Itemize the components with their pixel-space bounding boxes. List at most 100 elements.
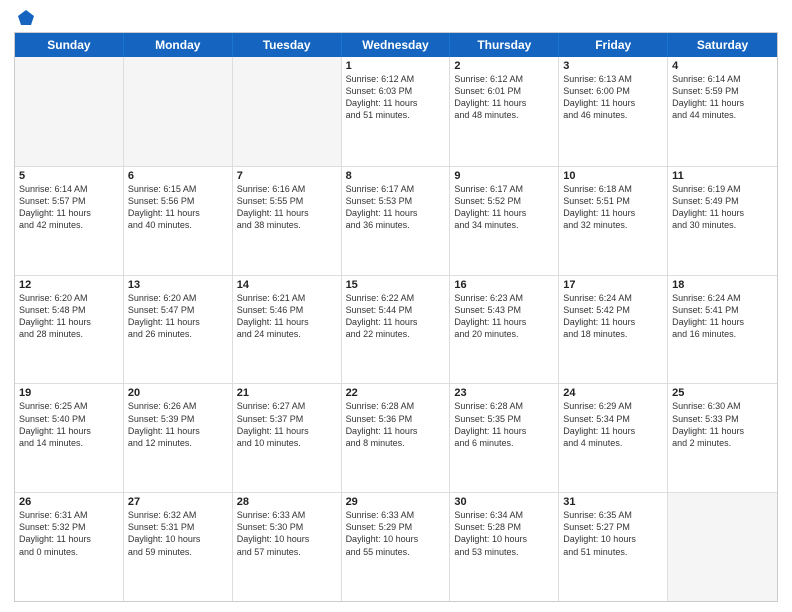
calendar-cell: 27Sunrise: 6:32 AM Sunset: 5:31 PM Dayli… (124, 493, 233, 601)
cell-info: Sunrise: 6:19 AM Sunset: 5:49 PM Dayligh… (672, 183, 773, 232)
day-number: 5 (19, 170, 119, 182)
day-number: 19 (19, 387, 119, 399)
cell-info: Sunrise: 6:14 AM Sunset: 5:59 PM Dayligh… (672, 73, 773, 122)
calendar-row: 12Sunrise: 6:20 AM Sunset: 5:48 PM Dayli… (15, 275, 777, 384)
calendar-cell (124, 57, 233, 166)
day-number: 11 (672, 170, 773, 182)
calendar-cell: 14Sunrise: 6:21 AM Sunset: 5:46 PM Dayli… (233, 276, 342, 384)
calendar-cell: 4Sunrise: 6:14 AM Sunset: 5:59 PM Daylig… (668, 57, 777, 166)
day-number: 13 (128, 279, 228, 291)
cell-info: Sunrise: 6:20 AM Sunset: 5:47 PM Dayligh… (128, 292, 228, 341)
cell-info: Sunrise: 6:16 AM Sunset: 5:55 PM Dayligh… (237, 183, 337, 232)
calendar-cell: 12Sunrise: 6:20 AM Sunset: 5:48 PM Dayli… (15, 276, 124, 384)
cell-info: Sunrise: 6:13 AM Sunset: 6:00 PM Dayligh… (563, 73, 663, 122)
cell-info: Sunrise: 6:17 AM Sunset: 5:52 PM Dayligh… (454, 183, 554, 232)
cell-info: Sunrise: 6:25 AM Sunset: 5:40 PM Dayligh… (19, 400, 119, 449)
calendar-row: 19Sunrise: 6:25 AM Sunset: 5:40 PM Dayli… (15, 383, 777, 492)
cell-info: Sunrise: 6:23 AM Sunset: 5:43 PM Dayligh… (454, 292, 554, 341)
day-number: 16 (454, 279, 554, 291)
logo (14, 10, 36, 24)
calendar-header: SundayMondayTuesdayWednesdayThursdayFrid… (15, 33, 777, 57)
cell-info: Sunrise: 6:17 AM Sunset: 5:53 PM Dayligh… (346, 183, 446, 232)
cell-info: Sunrise: 6:15 AM Sunset: 5:56 PM Dayligh… (128, 183, 228, 232)
cell-info: Sunrise: 6:20 AM Sunset: 5:48 PM Dayligh… (19, 292, 119, 341)
calendar-cell: 16Sunrise: 6:23 AM Sunset: 5:43 PM Dayli… (450, 276, 559, 384)
cell-info: Sunrise: 6:14 AM Sunset: 5:57 PM Dayligh… (19, 183, 119, 232)
weekday-header: Thursday (450, 33, 559, 57)
header (14, 10, 778, 24)
calendar-cell (668, 493, 777, 601)
weekday-header: Wednesday (342, 33, 451, 57)
day-number: 27 (128, 496, 228, 508)
cell-info: Sunrise: 6:24 AM Sunset: 5:41 PM Dayligh… (672, 292, 773, 341)
weekday-header: Tuesday (233, 33, 342, 57)
cell-info: Sunrise: 6:33 AM Sunset: 5:30 PM Dayligh… (237, 509, 337, 558)
calendar-cell: 15Sunrise: 6:22 AM Sunset: 5:44 PM Dayli… (342, 276, 451, 384)
calendar-cell: 22Sunrise: 6:28 AM Sunset: 5:36 PM Dayli… (342, 384, 451, 492)
page: SundayMondayTuesdayWednesdayThursdayFrid… (0, 0, 792, 612)
cell-info: Sunrise: 6:21 AM Sunset: 5:46 PM Dayligh… (237, 292, 337, 341)
cell-info: Sunrise: 6:12 AM Sunset: 6:03 PM Dayligh… (346, 73, 446, 122)
day-number: 3 (563, 60, 663, 72)
cell-info: Sunrise: 6:24 AM Sunset: 5:42 PM Dayligh… (563, 292, 663, 341)
day-number: 10 (563, 170, 663, 182)
calendar-body: 1Sunrise: 6:12 AM Sunset: 6:03 PM Daylig… (15, 57, 777, 601)
cell-info: Sunrise: 6:28 AM Sunset: 5:36 PM Dayligh… (346, 400, 446, 449)
calendar-cell: 31Sunrise: 6:35 AM Sunset: 5:27 PM Dayli… (559, 493, 668, 601)
day-number: 2 (454, 60, 554, 72)
calendar-cell: 28Sunrise: 6:33 AM Sunset: 5:30 PM Dayli… (233, 493, 342, 601)
cell-info: Sunrise: 6:30 AM Sunset: 5:33 PM Dayligh… (672, 400, 773, 449)
day-number: 23 (454, 387, 554, 399)
day-number: 20 (128, 387, 228, 399)
calendar-row: 26Sunrise: 6:31 AM Sunset: 5:32 PM Dayli… (15, 492, 777, 601)
cell-info: Sunrise: 6:33 AM Sunset: 5:29 PM Dayligh… (346, 509, 446, 558)
weekday-header: Friday (559, 33, 668, 57)
calendar-cell: 5Sunrise: 6:14 AM Sunset: 5:57 PM Daylig… (15, 167, 124, 275)
calendar-cell: 21Sunrise: 6:27 AM Sunset: 5:37 PM Dayli… (233, 384, 342, 492)
calendar-cell: 6Sunrise: 6:15 AM Sunset: 5:56 PM Daylig… (124, 167, 233, 275)
day-number: 31 (563, 496, 663, 508)
calendar-cell: 19Sunrise: 6:25 AM Sunset: 5:40 PM Dayli… (15, 384, 124, 492)
cell-info: Sunrise: 6:27 AM Sunset: 5:37 PM Dayligh… (237, 400, 337, 449)
day-number: 12 (19, 279, 119, 291)
calendar-cell: 2Sunrise: 6:12 AM Sunset: 6:01 PM Daylig… (450, 57, 559, 166)
day-number: 9 (454, 170, 554, 182)
weekday-header: Monday (124, 33, 233, 57)
day-number: 29 (346, 496, 446, 508)
day-number: 1 (346, 60, 446, 72)
cell-info: Sunrise: 6:31 AM Sunset: 5:32 PM Dayligh… (19, 509, 119, 558)
day-number: 21 (237, 387, 337, 399)
day-number: 22 (346, 387, 446, 399)
calendar-cell: 10Sunrise: 6:18 AM Sunset: 5:51 PM Dayli… (559, 167, 668, 275)
cell-info: Sunrise: 6:29 AM Sunset: 5:34 PM Dayligh… (563, 400, 663, 449)
day-number: 17 (563, 279, 663, 291)
cell-info: Sunrise: 6:28 AM Sunset: 5:35 PM Dayligh… (454, 400, 554, 449)
cell-info: Sunrise: 6:12 AM Sunset: 6:01 PM Dayligh… (454, 73, 554, 122)
cell-info: Sunrise: 6:22 AM Sunset: 5:44 PM Dayligh… (346, 292, 446, 341)
day-number: 18 (672, 279, 773, 291)
day-number: 24 (563, 387, 663, 399)
calendar-cell: 30Sunrise: 6:34 AM Sunset: 5:28 PM Dayli… (450, 493, 559, 601)
cell-info: Sunrise: 6:34 AM Sunset: 5:28 PM Dayligh… (454, 509, 554, 558)
weekday-header: Saturday (668, 33, 777, 57)
calendar-cell: 26Sunrise: 6:31 AM Sunset: 5:32 PM Dayli… (15, 493, 124, 601)
cell-info: Sunrise: 6:18 AM Sunset: 5:51 PM Dayligh… (563, 183, 663, 232)
calendar-cell (15, 57, 124, 166)
calendar-cell: 29Sunrise: 6:33 AM Sunset: 5:29 PM Dayli… (342, 493, 451, 601)
cell-info: Sunrise: 6:35 AM Sunset: 5:27 PM Dayligh… (563, 509, 663, 558)
weekday-header: Sunday (15, 33, 124, 57)
day-number: 28 (237, 496, 337, 508)
cell-info: Sunrise: 6:32 AM Sunset: 5:31 PM Dayligh… (128, 509, 228, 558)
calendar-cell: 25Sunrise: 6:30 AM Sunset: 5:33 PM Dayli… (668, 384, 777, 492)
day-number: 8 (346, 170, 446, 182)
calendar-row: 1Sunrise: 6:12 AM Sunset: 6:03 PM Daylig… (15, 57, 777, 166)
day-number: 4 (672, 60, 773, 72)
calendar-cell: 9Sunrise: 6:17 AM Sunset: 5:52 PM Daylig… (450, 167, 559, 275)
day-number: 14 (237, 279, 337, 291)
calendar-row: 5Sunrise: 6:14 AM Sunset: 5:57 PM Daylig… (15, 166, 777, 275)
calendar-cell: 13Sunrise: 6:20 AM Sunset: 5:47 PM Dayli… (124, 276, 233, 384)
day-number: 30 (454, 496, 554, 508)
calendar-cell (233, 57, 342, 166)
calendar-cell: 3Sunrise: 6:13 AM Sunset: 6:00 PM Daylig… (559, 57, 668, 166)
calendar-cell: 8Sunrise: 6:17 AM Sunset: 5:53 PM Daylig… (342, 167, 451, 275)
